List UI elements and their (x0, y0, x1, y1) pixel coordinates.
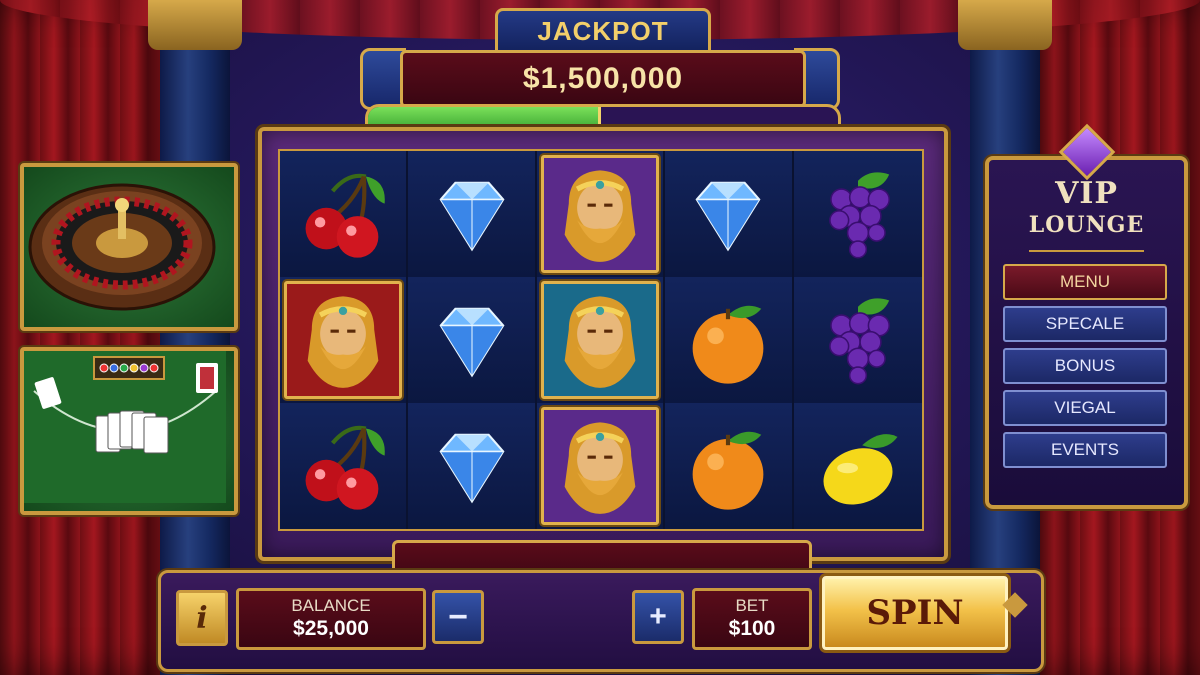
jackpot-title: JACKPOT (495, 8, 711, 54)
vip-viegal-button[interactable]: VIEGAL (1003, 390, 1167, 426)
vip-title: VIP LOUNGE (989, 178, 1184, 240)
reel-cell (280, 151, 409, 277)
reel-cell (665, 277, 794, 403)
reel-cell (665, 151, 794, 277)
balance-display: BALANCE $25,000 (236, 588, 426, 650)
orange-icon (676, 414, 780, 518)
cherry-icon (291, 162, 395, 266)
zeus-icon (540, 281, 659, 399)
reel-cell (793, 403, 922, 529)
increase-bet-button[interactable]: + (632, 590, 684, 644)
zeus-icon (540, 407, 659, 525)
diamond-icon (420, 162, 524, 266)
diamond-icon (676, 162, 780, 266)
vip-bonus-button[interactable]: BONUS (1003, 348, 1167, 384)
zeus-icon (284, 281, 403, 399)
reel-cell (280, 277, 409, 403)
grapes-icon (806, 288, 910, 392)
blackjack-game-tile[interactable] (20, 347, 238, 515)
spin-button[interactable]: SPIN (822, 576, 1008, 650)
reel-cell (408, 151, 537, 277)
lemon-icon (806, 414, 910, 518)
roulette-game-tile[interactable] (20, 163, 238, 331)
orange-icon (676, 288, 780, 392)
balance-label: BALANCE (291, 596, 371, 615)
reel-cell (793, 277, 922, 403)
vip-events-button[interactable]: EVENTS (1003, 432, 1167, 468)
reel-cell (408, 403, 537, 529)
reel-cell (665, 403, 794, 529)
reel-cell (793, 151, 922, 277)
info-button[interactable]: i (176, 590, 228, 646)
reel-cell (536, 403, 666, 529)
decrease-bet-button[interactable]: − (432, 590, 484, 644)
bet-display: BET $100 (692, 588, 812, 650)
reel-cell (536, 151, 666, 277)
divider (1029, 250, 1144, 252)
jackpot-display: JACKPOT $1,500,000 (360, 8, 841, 138)
roulette-wheel-icon (28, 183, 216, 311)
balance-value: $25,000 (293, 617, 369, 640)
reel-grid (278, 149, 924, 531)
reel-cell (408, 277, 537, 403)
vip-lounge-panel: VIP LOUNGE MENU SPECALE BONUS VIEGAL EVE… (985, 123, 1188, 509)
vip-menu-button[interactable]: MENU (1003, 264, 1167, 300)
reel-cell (280, 403, 409, 529)
zeus-icon (540, 155, 659, 273)
reel-cell (536, 277, 666, 403)
diamond-icon (420, 288, 524, 392)
vip-title-sub: LOUNGE (1028, 212, 1145, 238)
left-curtain (0, 0, 164, 675)
cherry-icon (291, 414, 395, 518)
blackjack-table-icon (24, 351, 226, 503)
slot-reels (258, 127, 948, 561)
vip-title-main: VIP (1055, 176, 1118, 211)
vip-specale-button[interactable]: SPECALE (1003, 306, 1167, 342)
bet-label: BET (735, 596, 769, 615)
jackpot-amount: $1,500,000 (400, 50, 806, 108)
bet-value: $100 (728, 617, 776, 640)
diamond-icon (420, 414, 524, 518)
grapes-icon (806, 162, 910, 266)
